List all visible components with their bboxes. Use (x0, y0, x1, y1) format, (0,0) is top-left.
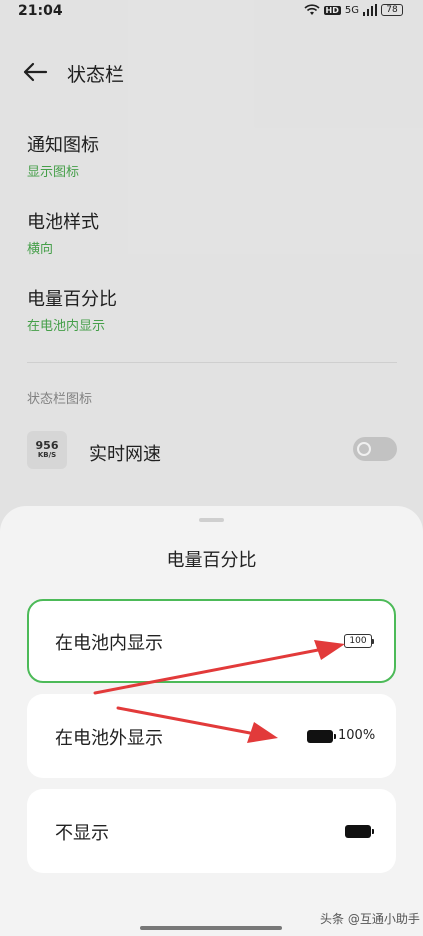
watermark: 头条 @互通小助手 (320, 912, 420, 926)
battery-percent-text: 100% (338, 728, 376, 743)
option-label: 不显示 (55, 823, 109, 844)
home-indicator[interactable] (140, 926, 282, 930)
option-inside-battery[interactable]: 在电池内显示 100 (27, 599, 396, 683)
option-hide[interactable]: 不显示 (27, 789, 396, 873)
settings-screen: 21:04 HD 5G 78 状态栏 通知图标 显示图标 电池样式 横向 电量百… (0, 0, 423, 936)
battery-inside-icon: 100 (344, 634, 374, 648)
option-outside-battery[interactable]: 在电池外显示 100% (27, 694, 396, 778)
sheet-drag-handle[interactable] (199, 518, 224, 522)
option-label: 在电池外显示 (55, 728, 163, 749)
sheet-title: 电量百分比 (166, 550, 257, 571)
option-label: 在电池内显示 (55, 633, 163, 654)
battery-full-icon (345, 825, 374, 838)
bottom-sheet: 电量百分比 在电池内显示 100 在电池外显示 100% 不显示 (0, 506, 423, 936)
battery-full-icon (307, 730, 336, 743)
